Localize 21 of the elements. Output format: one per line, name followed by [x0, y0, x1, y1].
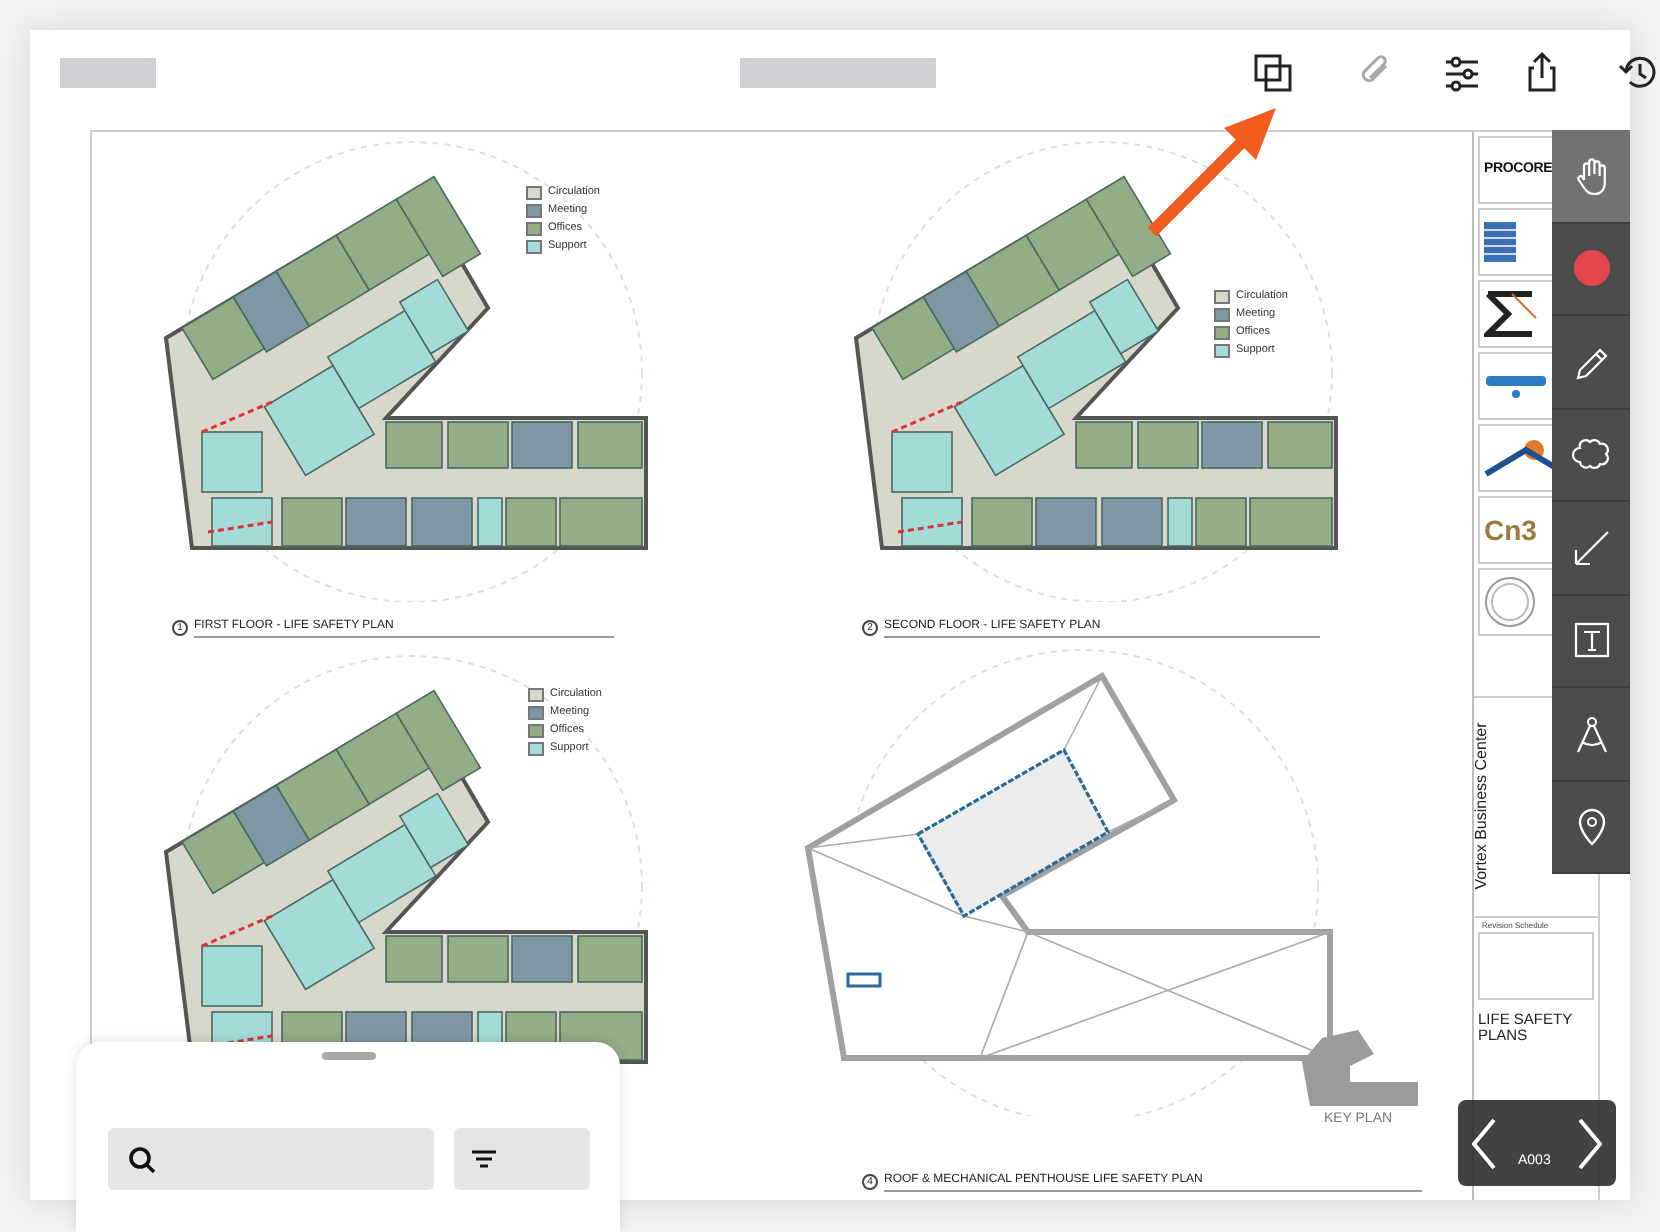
search-icon [127, 1145, 155, 1173]
layers-icon [1250, 50, 1294, 94]
color-picker-icon [1569, 246, 1613, 291]
filter-icon [471, 1150, 495, 1168]
text-box-icon [1569, 618, 1613, 663]
chevron-left-icon [1472, 1117, 1496, 1169]
logo-text: Cn3 [1484, 511, 1537, 549]
revision-table [1478, 932, 1594, 1000]
key-plan-drawing [1298, 1026, 1418, 1110]
filter-button[interactable] [453, 1128, 589, 1190]
project-name: Vortex Business Center [1469, 722, 1492, 890]
arrow-icon [1569, 525, 1613, 570]
search-field[interactable] [107, 1128, 433, 1190]
drag-handle[interactable] [321, 1052, 375, 1060]
seal-logo [1484, 576, 1536, 628]
sigma-logo [1484, 290, 1540, 338]
chevron-right-icon [1578, 1117, 1602, 1169]
pipe-logo [1484, 373, 1548, 399]
markup-tool-button[interactable] [1552, 130, 1630, 223]
redacted-block [60, 58, 156, 88]
building-logo [1484, 222, 1516, 262]
